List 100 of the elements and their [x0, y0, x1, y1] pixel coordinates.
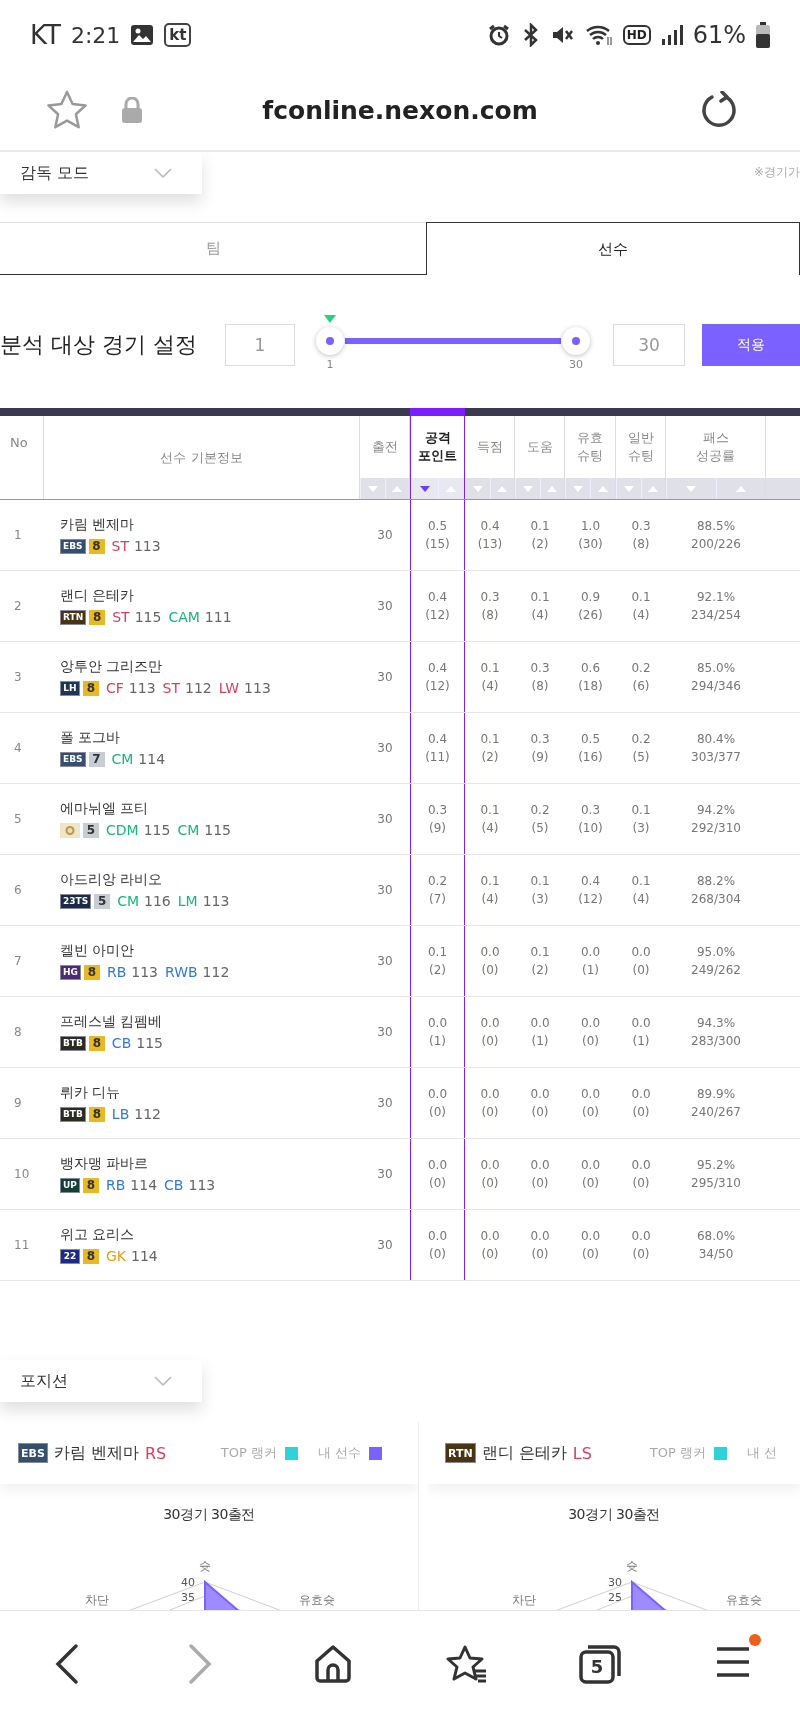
- stat-value: 0.2: [631, 660, 651, 677]
- grade-badge: 8: [83, 1177, 99, 1193]
- tabs-button[interactable]: 5: [579, 1643, 621, 1684]
- season-badge: BTB: [60, 1106, 86, 1122]
- apply-button[interactable]: 적용: [702, 324, 800, 366]
- stat-count: (0): [429, 1246, 446, 1263]
- back-icon[interactable]: [53, 1642, 80, 1685]
- grade-badge: 5: [83, 822, 99, 838]
- row-number: 7: [14, 953, 22, 970]
- player-name[interactable]: 뤼카 디뉴: [60, 1083, 121, 1101]
- stat-count: (18): [578, 678, 603, 695]
- sort-up-icon[interactable]: [648, 486, 659, 492]
- lock-icon: [122, 97, 142, 123]
- stat-count: (0): [632, 1104, 650, 1121]
- player-name[interactable]: 에마뉘엘 프티: [60, 799, 149, 817]
- column-header[interactable]: 도움: [526, 416, 553, 478]
- column-header[interactable]: 득점: [476, 416, 503, 478]
- stat-value: 0.1: [480, 873, 500, 890]
- overall-rating: 113: [128, 679, 156, 697]
- appearances: 30: [377, 1166, 393, 1183]
- slider-handle[interactable]: [562, 327, 590, 355]
- reload-icon[interactable]: [700, 91, 738, 129]
- row-number: 2: [14, 598, 22, 615]
- overall-rating: 112: [134, 1105, 161, 1123]
- stat-value: 0.1: [530, 589, 550, 606]
- stat-count: (10): [578, 820, 603, 837]
- bookmarks-icon[interactable]: [445, 1643, 488, 1684]
- stat-value: 0.2: [530, 802, 550, 819]
- stat-count: (4): [531, 607, 549, 624]
- player-name[interactable]: 카림 벤제마: [60, 515, 135, 533]
- grade-badge: 8: [88, 538, 105, 554]
- chevron-down-icon: [154, 1376, 172, 1386]
- stat-count: (26): [578, 607, 603, 624]
- player-name[interactable]: 폴 포그바: [60, 728, 121, 746]
- grade-badge: 8: [89, 609, 106, 625]
- sort-up-icon[interactable]: [497, 486, 508, 492]
- season-badge: UP: [60, 1177, 80, 1193]
- stat-value: 0.1: [480, 660, 500, 677]
- stat-value: 0.3: [530, 731, 550, 748]
- position-label: LM: [177, 892, 198, 910]
- stat-value: 0.3: [427, 802, 448, 819]
- column-header[interactable]: 일반 슈팅: [627, 416, 654, 478]
- stat-count: (0): [582, 1033, 599, 1050]
- appearances: 30: [377, 598, 393, 615]
- stat-count: (0): [632, 1175, 650, 1192]
- overall-rating: 114: [130, 1176, 158, 1194]
- player-name[interactable]: 아드리앙 라비오: [60, 870, 163, 888]
- appearances: 30: [377, 811, 393, 828]
- overall-rating: 115: [143, 821, 171, 839]
- legend-label: 내 선: [746, 1444, 777, 1462]
- stat-count: 240/267: [691, 1104, 741, 1121]
- stat-count: (0): [632, 962, 650, 979]
- sort-up-icon[interactable]: [735, 486, 746, 492]
- stat-value: 89.9%: [696, 1086, 736, 1103]
- position-label: ST: [111, 537, 129, 555]
- player-name[interactable]: 뱅자맹 파바르: [60, 1154, 149, 1172]
- sort-up-icon[interactable]: [598, 486, 608, 492]
- slider-handle[interactable]: [316, 327, 344, 355]
- appearances: 30: [377, 882, 393, 899]
- stat-value: 1.0: [580, 518, 601, 535]
- stat-count: (7): [429, 891, 446, 908]
- stat-value: 0.5: [427, 518, 448, 535]
- tab[interactable]: 선수: [426, 222, 800, 275]
- stat-count: 200/226: [691, 536, 741, 553]
- season-badge: HG: [60, 964, 81, 980]
- player-name[interactable]: 켈빈 아미안: [60, 941, 135, 959]
- menu-icon[interactable]: [715, 1645, 752, 1678]
- grade-badge: 8: [88, 1035, 105, 1051]
- stat-count: (12): [425, 607, 450, 624]
- stat-count: 234/254: [691, 607, 741, 624]
- grade-badge: 8: [88, 1106, 105, 1122]
- column-header[interactable]: 출전: [371, 416, 398, 478]
- chart-subtitle: 30경기 30출전: [162, 1506, 256, 1524]
- player-name[interactable]: 랜디 은테카: [60, 586, 135, 604]
- stat-value: 0.0: [480, 1228, 500, 1245]
- appearances: 30: [377, 953, 393, 970]
- gallery-icon: [130, 24, 155, 46]
- player-name[interactable]: 위고 요리스: [60, 1225, 135, 1243]
- home-icon[interactable]: [313, 1643, 354, 1684]
- stat-value: 0.2: [631, 731, 651, 748]
- player-name[interactable]: 앙투안 그리즈만: [60, 657, 163, 675]
- mode-dropdown[interactable]: 감독 모드: [0, 152, 202, 194]
- stat-value: 0.0: [631, 1157, 651, 1174]
- row-number: 6: [14, 882, 22, 899]
- sort-down-icon[interactable]: [419, 486, 430, 492]
- alarm-icon: [486, 23, 511, 47]
- stat-count: (3): [632, 820, 650, 837]
- sort-up-icon[interactable]: [392, 486, 403, 492]
- overall-rating: 111: [204, 608, 232, 626]
- position-dropdown[interactable]: 포지션: [0, 1360, 202, 1402]
- column-header[interactable]: 공격 포인트: [418, 416, 457, 478]
- column-header[interactable]: 패스 성공률: [696, 416, 735, 478]
- stat-count: (4): [481, 678, 499, 695]
- player-name[interactable]: 프레스넬 킴펨베: [60, 1012, 163, 1030]
- section-title: 분석 대상 경기 설정: [0, 331, 198, 359]
- stat-count: (0): [429, 1175, 446, 1192]
- bookmark-star-icon[interactable]: [46, 90, 88, 130]
- appearances: 30: [377, 669, 393, 686]
- sort-up-icon[interactable]: [547, 486, 558, 492]
- column-header[interactable]: 유효 슈팅: [577, 416, 603, 478]
